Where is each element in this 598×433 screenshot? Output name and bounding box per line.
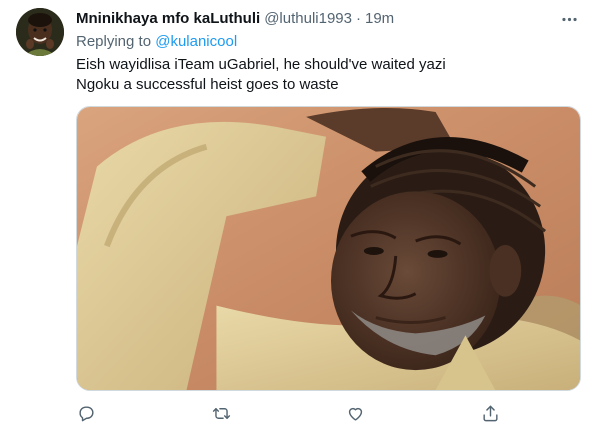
share-button[interactable] [477, 400, 503, 426]
timestamp[interactable]: 19m [365, 9, 394, 29]
heart-icon [348, 407, 362, 421]
tweet-card[interactable]: Mninikhaya mfo kaLuthuli @luthuli1993 · … [0, 0, 598, 433]
retweet-icon [212, 407, 230, 419]
more-icon[interactable] [558, 8, 580, 30]
user-handle[interactable]: @luthuli1993 [264, 9, 352, 29]
separator-dot: · [355, 10, 361, 27]
reply-button[interactable] [73, 400, 99, 426]
reply-bubble-icon [78, 405, 93, 421]
share-upload-icon [482, 405, 498, 421]
tweet-text-line: Ngoku a successful heist goes to waste [76, 76, 339, 93]
tweet-text-line: Eish wayidlisa iTeam uGabriel, he should… [76, 56, 446, 73]
display-name[interactable]: Mninikhaya mfo kaLuthuli [76, 9, 260, 29]
tweet-header: Mninikhaya mfo kaLuthuli @luthuli1993 · … [76, 9, 394, 29]
replying-to-line: Replying to @kulanicool [76, 32, 237, 52]
tweet-image[interactable] [76, 106, 581, 391]
photo-image [77, 107, 580, 390]
more-horizontal-icon [561, 17, 577, 21]
retweet-button[interactable] [208, 400, 234, 426]
action-bar [76, 400, 576, 426]
like-button[interactable] [342, 400, 368, 426]
replying-to-mention[interactable]: @kulanicool [155, 33, 237, 50]
replying-prefix: Replying to [76, 33, 152, 50]
avatar[interactable] [16, 8, 64, 56]
tweet-text: Eish wayidlisa iTeam uGabriel, he should… [76, 55, 576, 95]
